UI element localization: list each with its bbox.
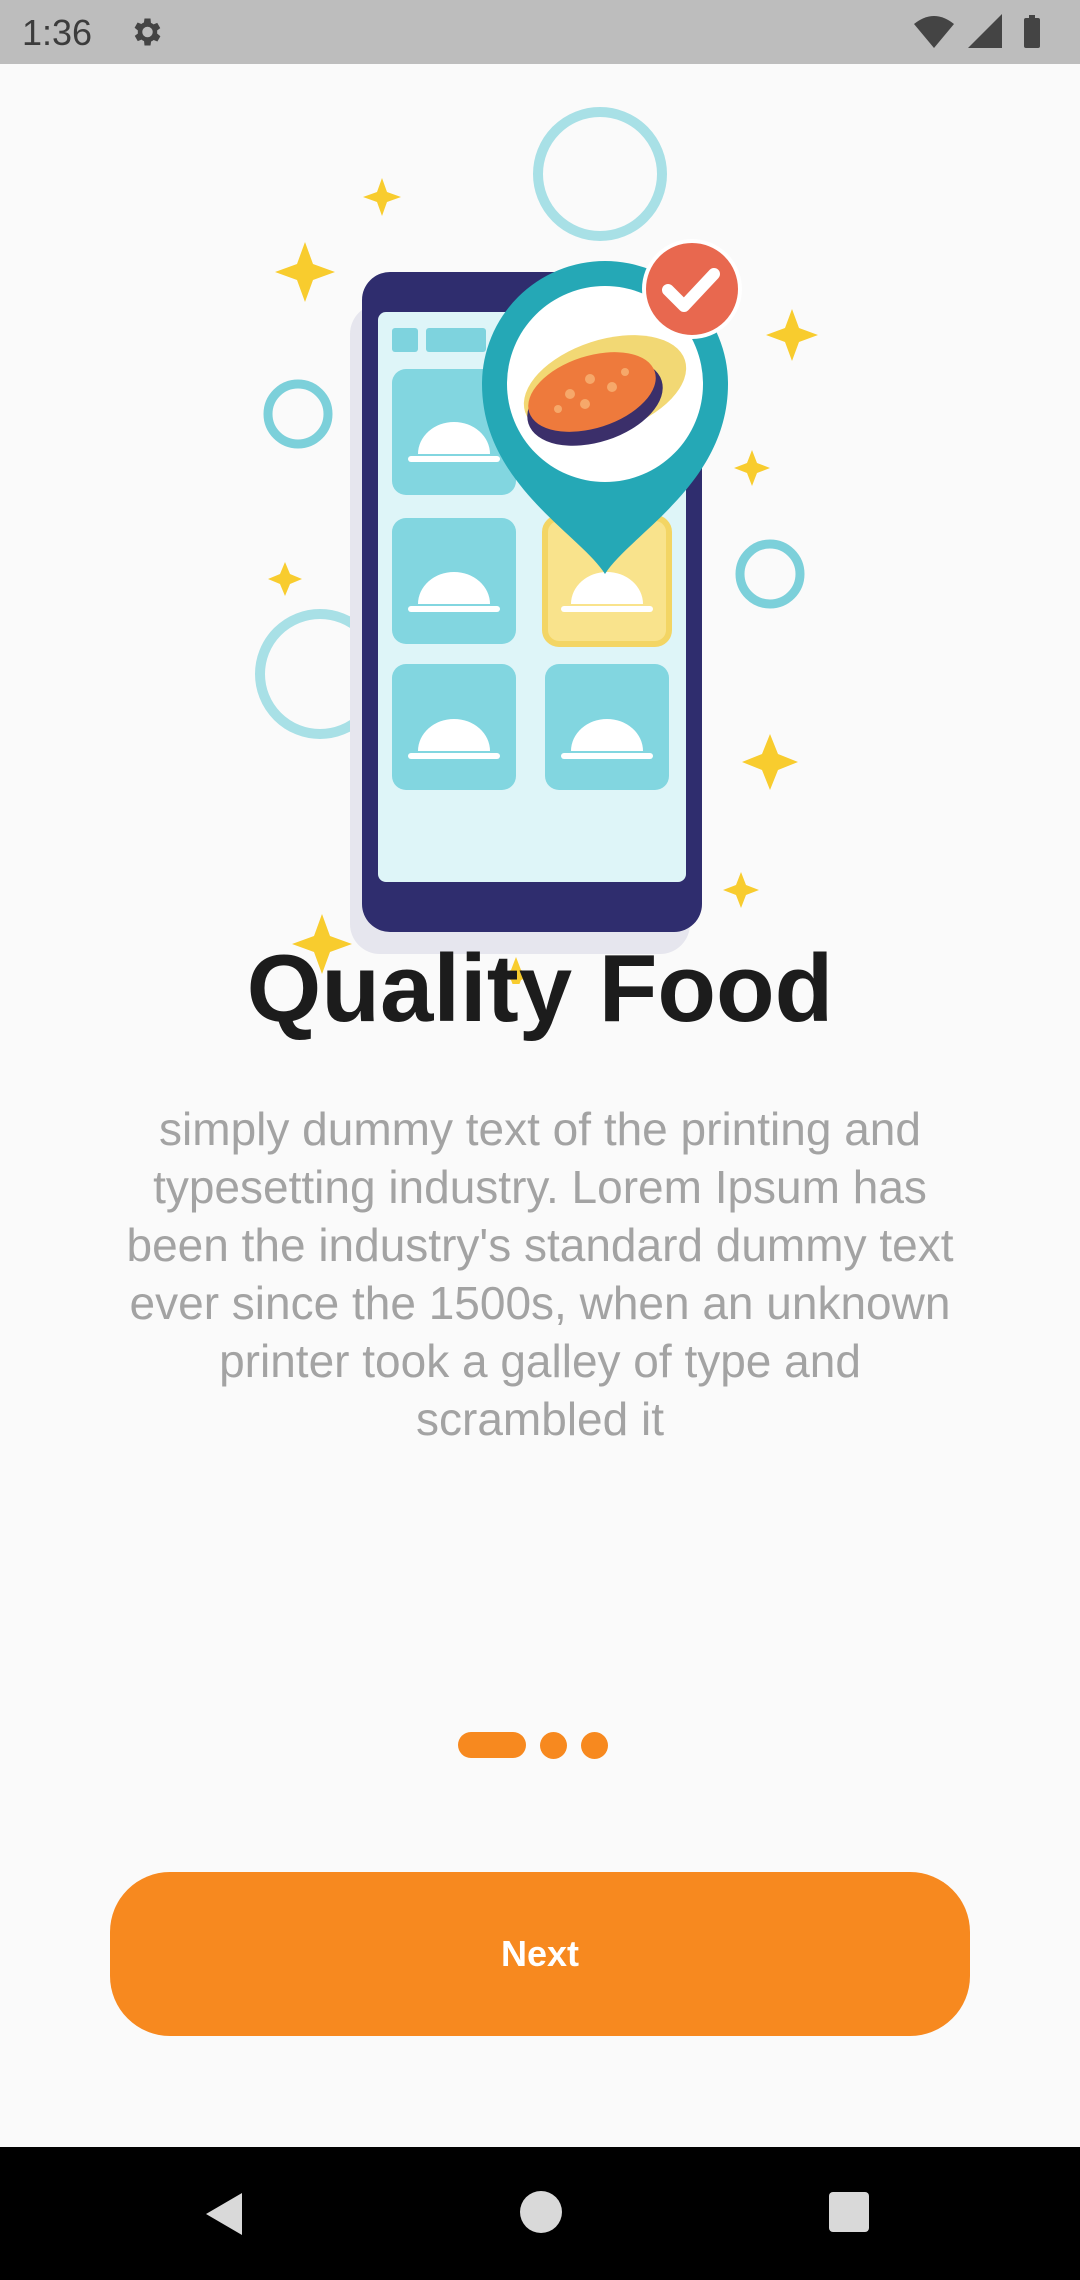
page-indicator-dot (581, 1732, 608, 1759)
onboarding-title: Quality Food (246, 935, 834, 1042)
back-icon[interactable] (200, 2189, 250, 2239)
food-app-phone-illustration (255, 107, 818, 984)
page-indicator-dot-active (458, 1732, 526, 1758)
status-time: 1:36 (22, 12, 93, 53)
home-icon[interactable] (518, 2189, 564, 2235)
page-indicator-dot (540, 1732, 567, 1759)
page-indicator (0, 1732, 1080, 1762)
onboarding-screen: Quality Food simply dummy text of the pr… (0, 64, 1080, 2147)
signal-icon (968, 14, 1002, 48)
status-bar: 1:36 (0, 0, 1080, 64)
recents-icon[interactable] (828, 2191, 870, 2233)
gear-icon (134, 18, 161, 46)
status-icons (914, 14, 1040, 48)
wifi-icon (914, 16, 954, 48)
next-button[interactable]: Next (110, 1872, 970, 2036)
battery-icon (1024, 15, 1040, 48)
onboarding-description: simply dummy text of the printing and ty… (126, 1103, 954, 1445)
nav-bar (0, 2147, 1080, 2280)
